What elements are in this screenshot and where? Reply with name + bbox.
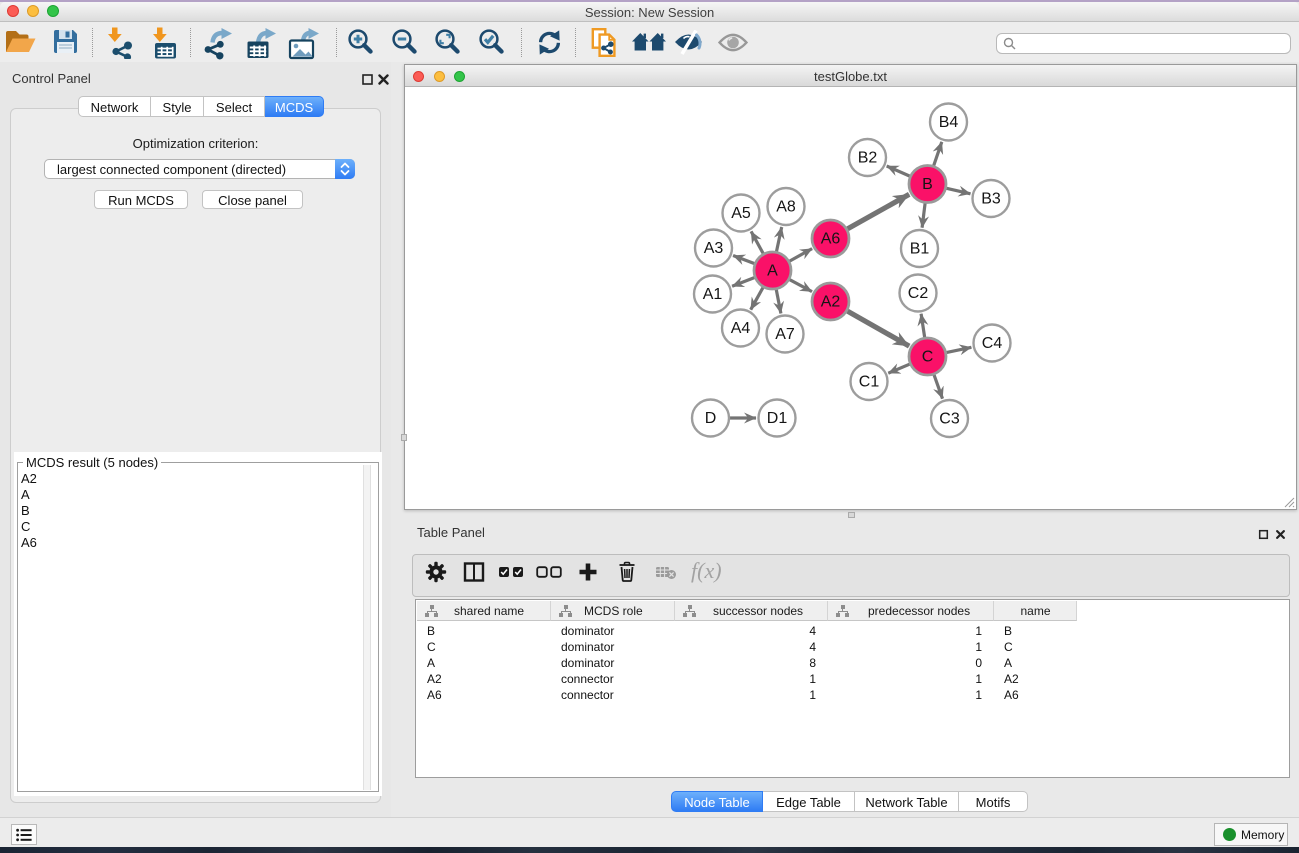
svg-text:A1: A1 (703, 286, 723, 303)
svg-text:B3: B3 (981, 191, 1001, 208)
svg-text:C: C (922, 349, 934, 366)
svg-text:C2: C2 (908, 285, 929, 302)
svg-text:A: A (767, 263, 778, 280)
svg-text:A8: A8 (776, 199, 796, 216)
svg-text:D1: D1 (767, 410, 788, 427)
svg-text:A5: A5 (731, 205, 751, 222)
svg-text:A6: A6 (821, 231, 841, 248)
svg-text:B: B (922, 176, 933, 193)
svg-text:C1: C1 (859, 374, 880, 391)
svg-text:C3: C3 (939, 411, 960, 428)
svg-text:A2: A2 (821, 294, 841, 311)
svg-text:B2: B2 (858, 150, 878, 167)
svg-text:A4: A4 (731, 320, 751, 337)
svg-text:A7: A7 (775, 326, 795, 343)
svg-text:B1: B1 (910, 241, 930, 258)
svg-text:B4: B4 (939, 114, 959, 131)
svg-text:C4: C4 (982, 335, 1003, 352)
svg-text:A3: A3 (704, 240, 724, 257)
svg-text:D: D (705, 410, 717, 427)
